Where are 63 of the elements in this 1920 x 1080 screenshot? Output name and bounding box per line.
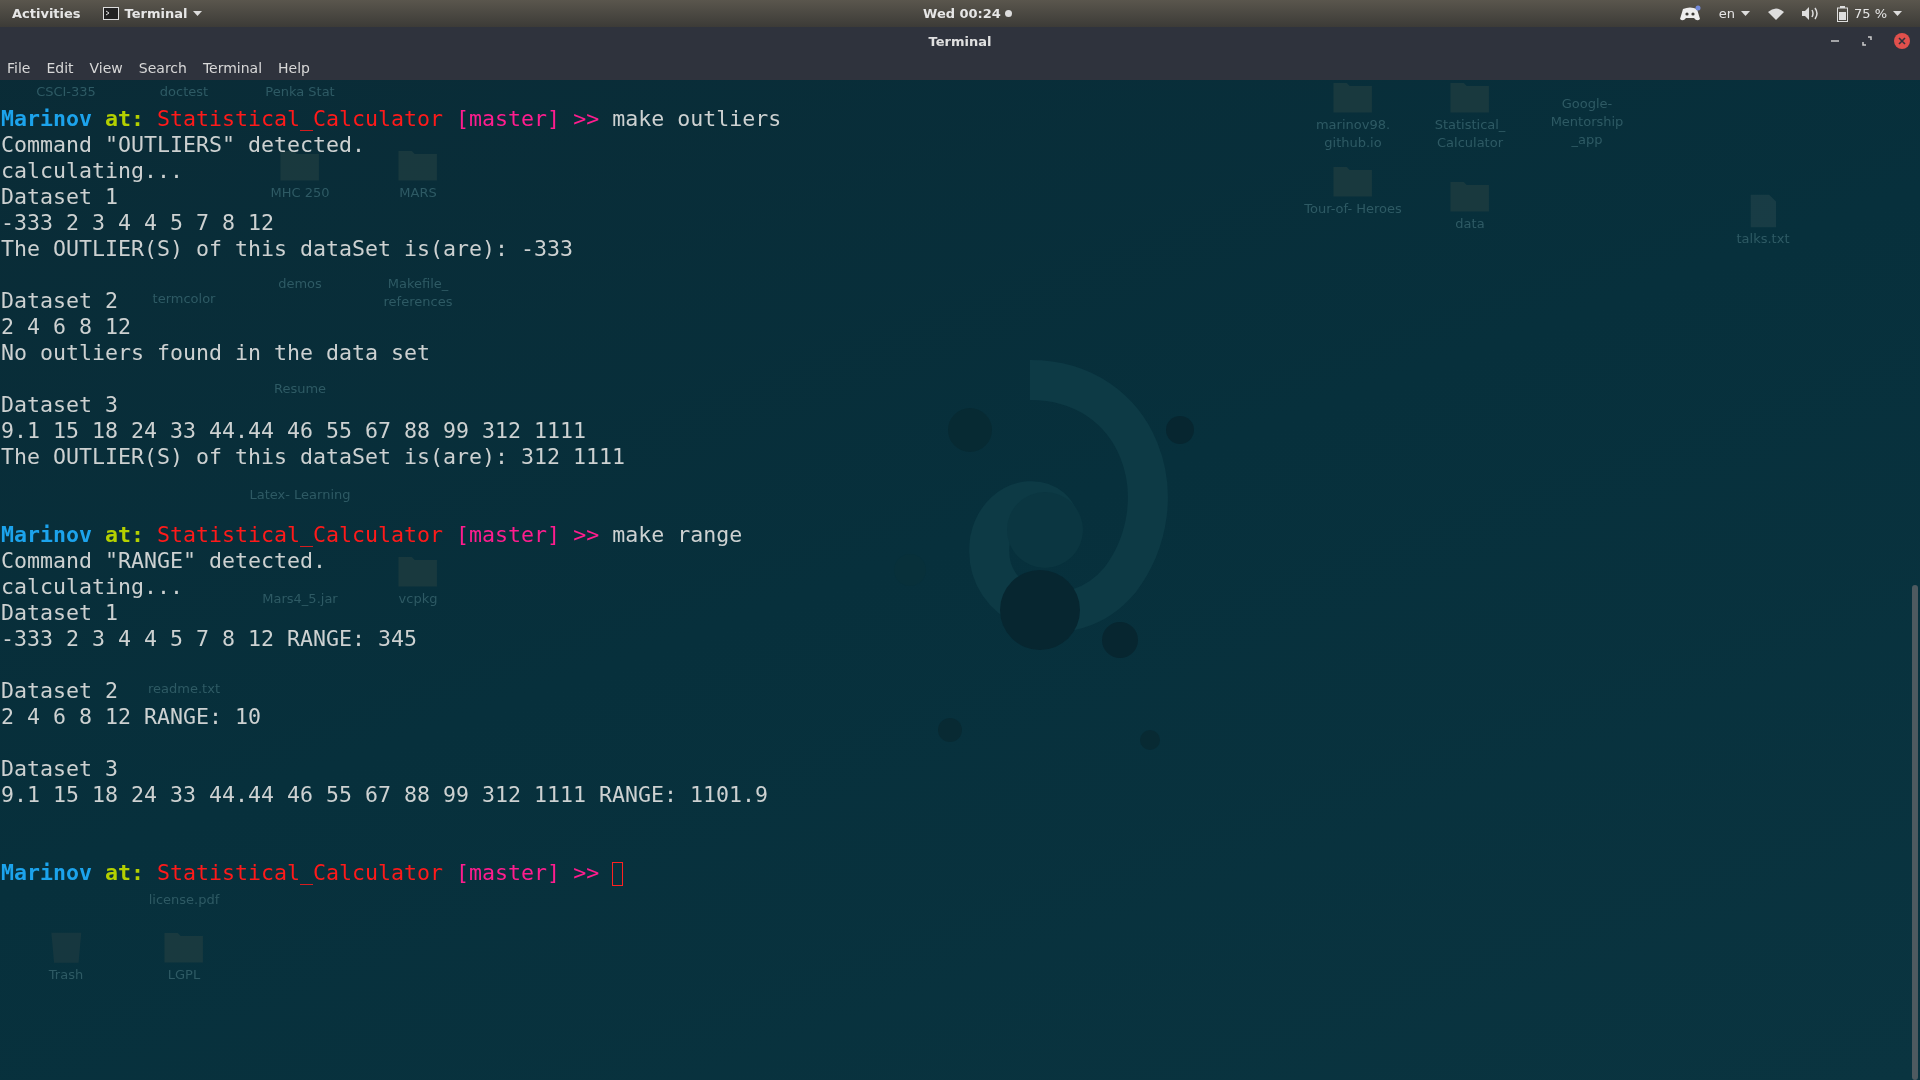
battery-percentage: 75 % bbox=[1853, 6, 1887, 21]
menu-item[interactable]: File bbox=[7, 59, 31, 76]
typed-command: make outliers bbox=[612, 106, 782, 131]
prompt-directory: Statistical_Calculator bbox=[157, 860, 444, 885]
notification-dot-icon bbox=[1004, 10, 1012, 17]
output-line: calculating... bbox=[1, 574, 183, 599]
keyboard-layout: en bbox=[1718, 6, 1735, 21]
clock[interactable]: Wed 00:24 bbox=[923, 6, 1001, 21]
output-line: 9.1 15 18 24 33 44.44 46 55 67 88 99 312 1111 RANGE: 1101.9 bbox=[1, 782, 769, 807]
output-line: Dataset 1 bbox=[1, 184, 118, 209]
menu-item[interactable]: Search bbox=[138, 59, 187, 76]
output-line: The OUTLIER(S) of this dataSet is(are): -333 bbox=[1, 236, 574, 261]
prompt-branch: [master] bbox=[456, 522, 561, 547]
prompt-branch: [master] bbox=[456, 860, 561, 885]
output-line: Command "RANGE" detected. bbox=[1, 548, 326, 573]
gamepad-icon[interactable] bbox=[1678, 4, 1701, 23]
output-line: Dataset 2 bbox=[1, 288, 118, 313]
output-line: No outliers found in the data set bbox=[1, 340, 431, 365]
prompt-arrow: >> bbox=[573, 860, 600, 885]
prompt-user: Marinov bbox=[1, 522, 92, 547]
prompt-directory: Statistical_Calculator bbox=[157, 106, 444, 131]
output-line: Dataset 1 bbox=[1, 600, 118, 625]
terminal-icon bbox=[102, 7, 119, 20]
output-line: -333 2 3 4 4 5 7 8 12 RANGE: 345 bbox=[1, 626, 418, 651]
app-menu[interactable]: Terminal bbox=[102, 6, 203, 21]
battery-icon bbox=[1836, 5, 1848, 22]
prompt-user: Marinov bbox=[1, 860, 92, 885]
caret-icon bbox=[193, 11, 203, 16]
battery-menu[interactable]: 75 % bbox=[1836, 5, 1902, 22]
output-line: 9.1 15 18 24 33 44.44 46 55 67 88 99 312 1111 bbox=[1, 418, 587, 443]
window-title: Terminal bbox=[928, 33, 992, 49]
prompt-at: at: bbox=[105, 860, 145, 885]
prompt-user: Marinov bbox=[1, 106, 92, 131]
output-line: Dataset 3 bbox=[1, 756, 118, 781]
output-line: 2 4 6 8 12 bbox=[1, 314, 131, 339]
menu-item[interactable]: Terminal bbox=[202, 59, 263, 76]
prompt-at: at: bbox=[105, 522, 145, 547]
output-line: The OUTLIER(S) of this dataSet is(are): 312 1111 bbox=[1, 444, 626, 469]
prompt-branch: [master] bbox=[456, 106, 561, 131]
prompt-arrow: >> bbox=[573, 106, 600, 131]
menu-item[interactable]: View bbox=[89, 59, 123, 76]
caret-icon bbox=[1893, 11, 1902, 16]
activities-button[interactable]: Activities bbox=[12, 6, 81, 21]
maximize-icon[interactable] bbox=[1862, 36, 1872, 46]
output-line: Dataset 3 bbox=[1, 392, 118, 417]
menu-item[interactable]: Help bbox=[278, 59, 310, 76]
output-line: 2 4 6 8 12 RANGE: 10 bbox=[1, 704, 261, 729]
output-line: calculating... bbox=[1, 158, 183, 183]
prompt-at: at: bbox=[105, 106, 145, 131]
caret-icon bbox=[1740, 11, 1750, 16]
volume-icon[interactable] bbox=[1801, 7, 1819, 20]
close-icon[interactable] bbox=[1894, 33, 1910, 49]
output-line: Dataset 2 bbox=[1, 678, 118, 703]
menu-item[interactable]: Edit bbox=[46, 59, 74, 76]
typed-command: make range bbox=[612, 522, 743, 547]
wifi-icon[interactable] bbox=[1767, 7, 1784, 20]
scrollbar-thumb[interactable] bbox=[1912, 585, 1918, 1080]
app-menu-label: Terminal bbox=[124, 6, 188, 21]
output-line: Command "OUTLIERS" detected. bbox=[1, 132, 365, 157]
prompt-arrow: >> bbox=[573, 522, 600, 547]
output-line: -333 2 3 4 4 5 7 8 12 bbox=[1, 210, 274, 235]
keyboard-layout-menu[interactable]: en bbox=[1718, 6, 1750, 21]
prompt-directory: Statistical_Calculator bbox=[157, 522, 444, 547]
